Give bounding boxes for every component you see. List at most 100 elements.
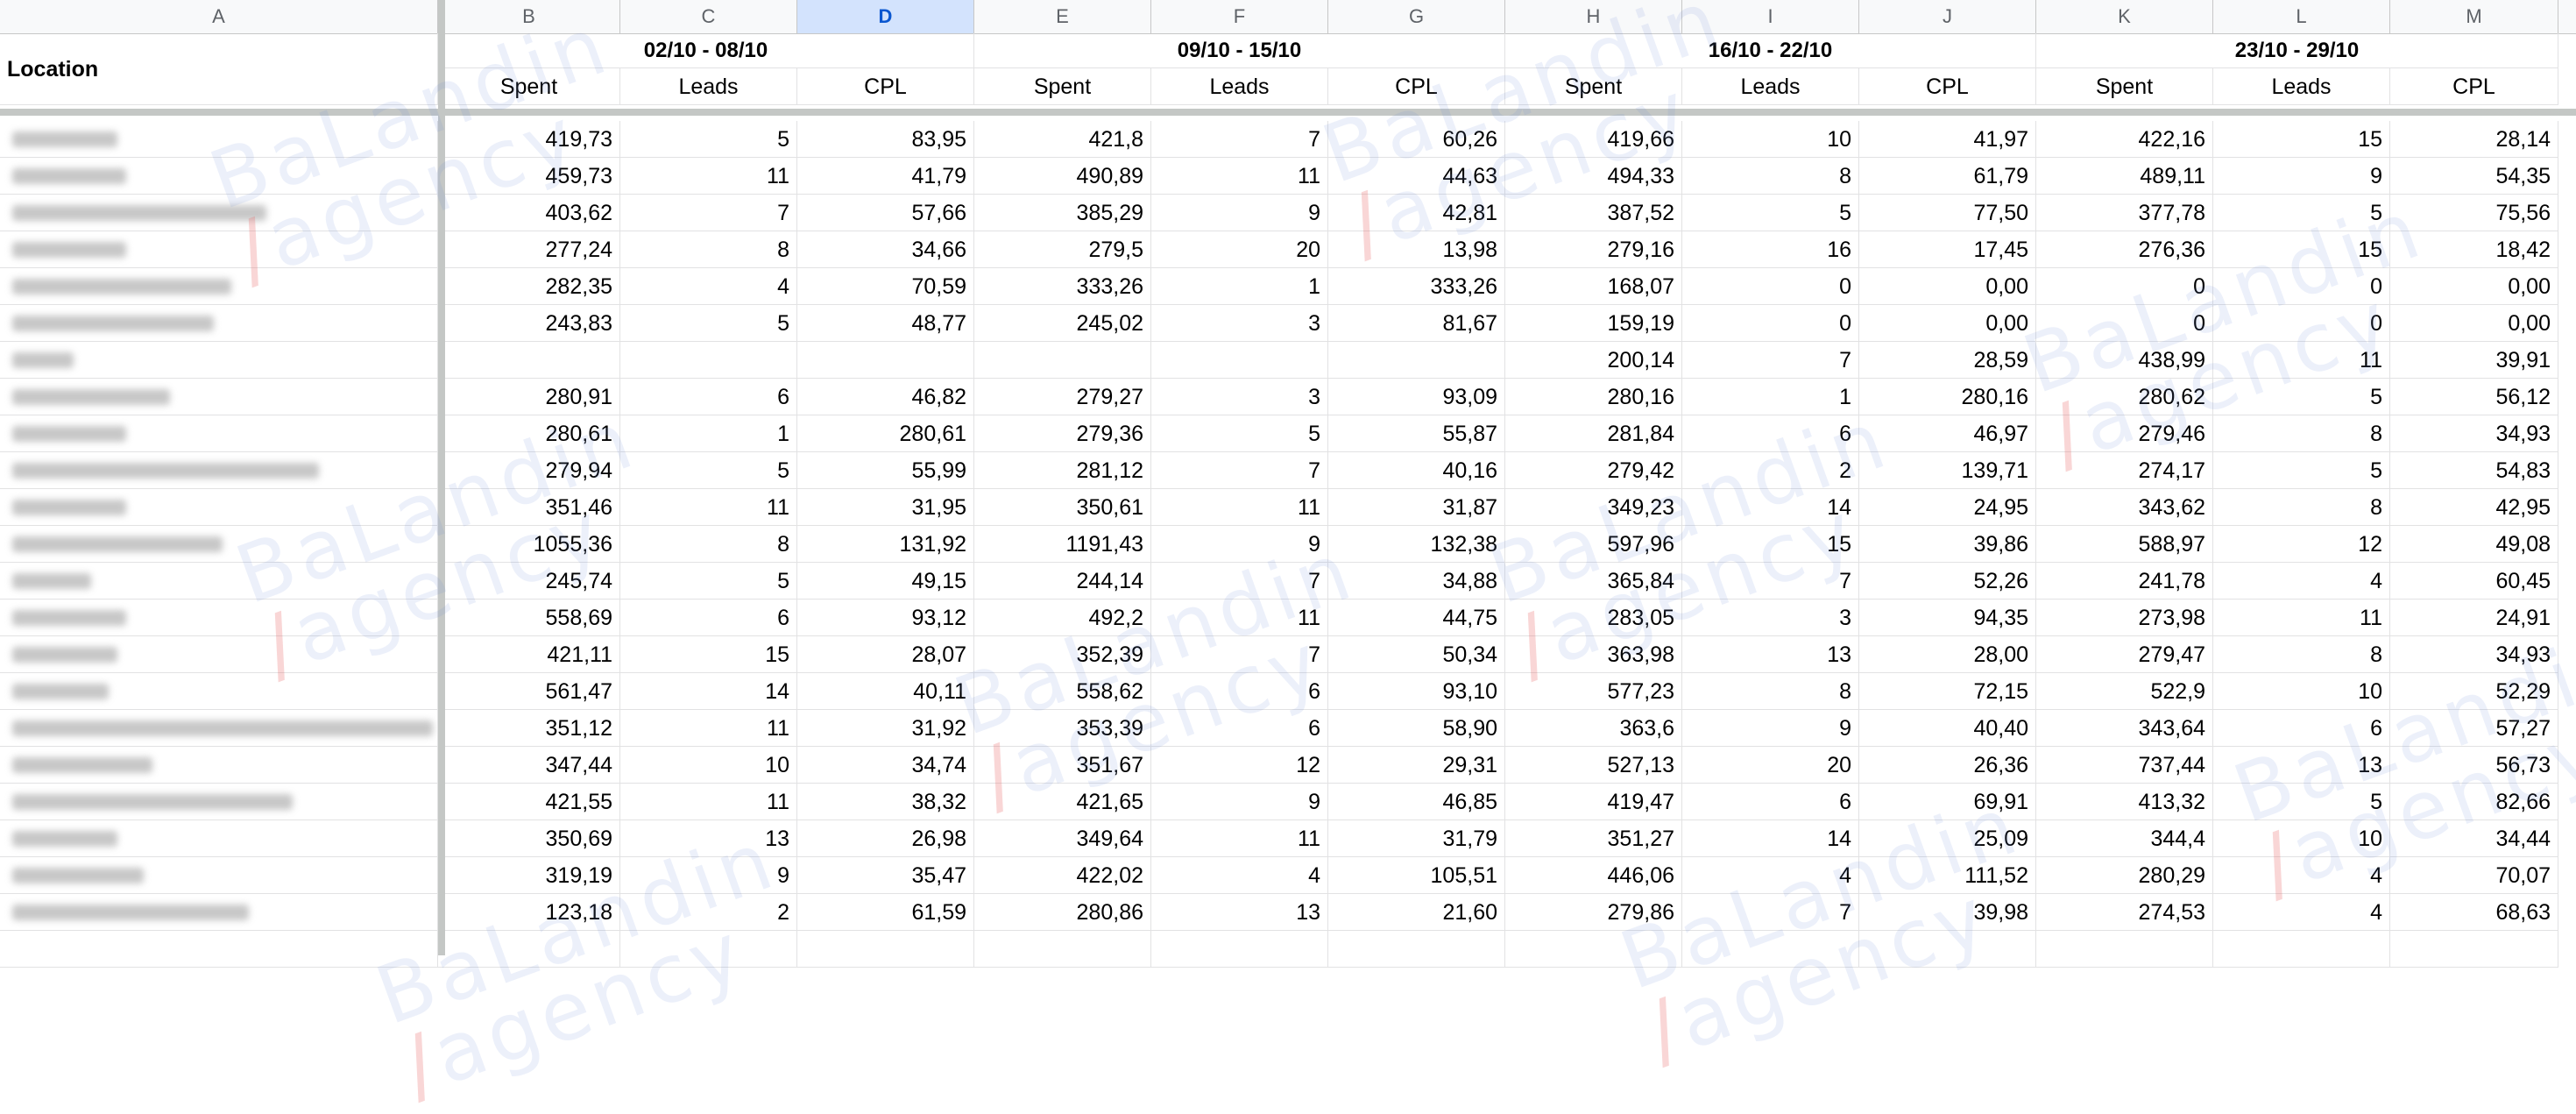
subheader-leads[interactable]: Leads [2213, 68, 2390, 105]
data-cell[interactable]: 245,02 [974, 305, 1151, 342]
data-cell[interactable]: 377,78 [2036, 195, 2213, 231]
subheader-cpl[interactable]: CPL [2390, 68, 2558, 105]
data-cell[interactable]: 7 [1151, 452, 1328, 489]
data-cell[interactable]: 11 [2213, 600, 2390, 636]
data-cell[interactable]: 18,42 [2390, 231, 2558, 268]
week-header-2[interactable]: 09/10 - 15/10 [974, 33, 1505, 68]
data-cell[interactable]: 56,12 [2390, 379, 2558, 415]
data-cell[interactable]: 737,44 [2036, 747, 2213, 784]
location-cell[interactable] [0, 747, 438, 784]
data-cell[interactable]: 4 [620, 268, 797, 305]
data-cell[interactable]: 94,35 [1859, 600, 2036, 636]
week-header-3[interactable]: 16/10 - 22/10 [1505, 33, 2036, 68]
location-cell[interactable] [0, 600, 438, 636]
data-cell[interactable]: 70,59 [797, 268, 974, 305]
data-cell[interactable]: 55,99 [797, 452, 974, 489]
data-cell[interactable]: 422,02 [974, 857, 1151, 894]
frozen-row-divider[interactable] [0, 109, 2576, 116]
data-cell[interactable]: 8 [620, 526, 797, 563]
data-cell[interactable]: 0 [1682, 268, 1859, 305]
data-cell[interactable]: 50,34 [1328, 636, 1505, 673]
data-cell[interactable]: 25,09 [1859, 820, 2036, 857]
data-cell[interactable]: 7 [1682, 894, 1859, 931]
data-cell[interactable]: 40,11 [797, 673, 974, 710]
data-cell[interactable]: 9 [1151, 195, 1328, 231]
week-header-1[interactable]: 02/10 - 08/10 [438, 33, 974, 68]
data-cell[interactable]: 0,00 [2390, 268, 2558, 305]
column-header-m[interactable]: M [2390, 0, 2558, 33]
data-cell[interactable]: 1191,43 [974, 526, 1151, 563]
data-cell[interactable]: 279,5 [974, 231, 1151, 268]
data-cell[interactable]: 419,73 [438, 121, 620, 158]
subheader-spent[interactable]: Spent [1505, 68, 1682, 105]
data-cell[interactable]: 15 [2213, 121, 2390, 158]
data-cell[interactable]: 279,27 [974, 379, 1151, 415]
data-cell[interactable]: 363,6 [1505, 710, 1682, 747]
data-cell[interactable]: 6 [620, 600, 797, 636]
data-cell[interactable]: 49,08 [2390, 526, 2558, 563]
data-cell[interactable]: 365,84 [1505, 563, 1682, 600]
location-cell[interactable] [0, 857, 438, 894]
data-cell[interactable]: 0 [2213, 305, 2390, 342]
data-cell[interactable]: 4 [2213, 563, 2390, 600]
data-cell[interactable]: 14 [1682, 820, 1859, 857]
data-cell[interactable]: 61,59 [797, 894, 974, 931]
data-cell[interactable]: 11 [2213, 342, 2390, 379]
data-cell[interactable]: 5 [1151, 415, 1328, 452]
data-cell[interactable]: 11 [1151, 820, 1328, 857]
data-cell[interactable]: 69,91 [1859, 784, 2036, 820]
subheader-leads[interactable]: Leads [1682, 68, 1859, 105]
data-cell[interactable]: 4 [2213, 894, 2390, 931]
data-cell[interactable]: 347,44 [438, 747, 620, 784]
empty-cell[interactable] [2390, 931, 2558, 968]
location-cell[interactable] [0, 379, 438, 415]
subheader-leads[interactable]: Leads [620, 68, 797, 105]
data-cell[interactable]: 8 [2213, 489, 2390, 526]
data-cell[interactable]: 7 [1151, 121, 1328, 158]
data-cell[interactable]: 0,00 [1859, 268, 2036, 305]
data-cell[interactable]: 39,86 [1859, 526, 2036, 563]
location-cell[interactable] [0, 415, 438, 452]
empty-cell[interactable] [1328, 931, 1505, 968]
data-cell[interactable]: 279,47 [2036, 636, 2213, 673]
location-cell[interactable] [0, 342, 438, 379]
data-cell[interactable]: 105,51 [1328, 857, 1505, 894]
data-cell[interactable]: 200,14 [1505, 342, 1682, 379]
data-cell[interactable]: 60,45 [2390, 563, 2558, 600]
data-cell[interactable]: 344,4 [2036, 820, 2213, 857]
empty-cell[interactable] [1151, 931, 1328, 968]
empty-cell[interactable] [797, 931, 974, 968]
data-cell[interactable]: 280,86 [974, 894, 1151, 931]
data-cell[interactable]: 438,99 [2036, 342, 2213, 379]
location-cell[interactable] [0, 231, 438, 268]
data-cell[interactable]: 281,84 [1505, 415, 1682, 452]
data-cell[interactable]: 56,73 [2390, 747, 2558, 784]
data-cell[interactable]: 93,12 [797, 600, 974, 636]
data-cell[interactable]: 280,91 [438, 379, 620, 415]
location-cell[interactable] [0, 636, 438, 673]
data-cell[interactable]: 279,16 [1505, 231, 1682, 268]
data-cell[interactable]: 58,90 [1328, 710, 1505, 747]
data-cell[interactable]: 6 [1682, 415, 1859, 452]
data-cell[interactable]: 279,42 [1505, 452, 1682, 489]
data-cell[interactable]: 558,62 [974, 673, 1151, 710]
data-cell[interactable]: 5 [1682, 195, 1859, 231]
data-cell[interactable]: 9 [1151, 526, 1328, 563]
column-header-c[interactable]: C [620, 0, 797, 33]
column-header-h[interactable]: H [1505, 0, 1682, 33]
data-cell[interactable]: 527,13 [1505, 747, 1682, 784]
data-cell[interactable]: 10 [2213, 820, 2390, 857]
data-cell[interactable]: 40,40 [1859, 710, 2036, 747]
data-cell[interactable]: 0 [2036, 268, 2213, 305]
data-cell[interactable]: 421,65 [974, 784, 1151, 820]
data-cell[interactable]: 343,62 [2036, 489, 2213, 526]
data-cell[interactable]: 31,79 [1328, 820, 1505, 857]
data-cell[interactable]: 387,52 [1505, 195, 1682, 231]
data-cell[interactable]: 31,95 [797, 489, 974, 526]
data-cell[interactable]: 5 [2213, 195, 2390, 231]
subheader-spent[interactable]: Spent [2036, 68, 2213, 105]
data-cell[interactable]: 4 [1682, 857, 1859, 894]
data-cell[interactable]: 7 [1151, 563, 1328, 600]
data-cell[interactable]: 1 [1151, 268, 1328, 305]
empty-cell[interactable] [1859, 931, 2036, 968]
